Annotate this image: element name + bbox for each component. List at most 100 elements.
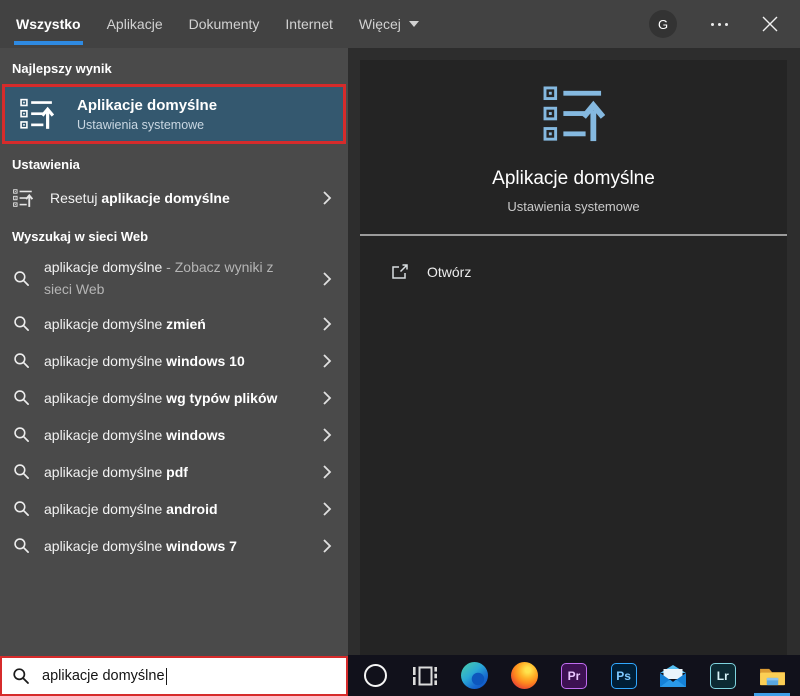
chevron-right-icon[interactable] xyxy=(322,316,332,332)
suggestion-text: aplikacje domyślne pdf xyxy=(44,464,188,480)
chevron-right-icon[interactable] xyxy=(322,464,332,480)
taskbar-icon-cortana[interactable] xyxy=(354,655,398,696)
suggestion-base: aplikacje domyślne xyxy=(44,258,163,275)
taskbar-icon-premiere[interactable]: Pr xyxy=(552,655,596,696)
best-match-title: Aplikacje domyślne xyxy=(77,96,218,114)
search-icon xyxy=(12,667,30,685)
close-icon[interactable] xyxy=(762,16,778,32)
best-match-subtitle: Ustawienia systemowe xyxy=(77,117,205,132)
default-apps-icon xyxy=(13,188,34,208)
tab-label: Aplikacje xyxy=(106,16,163,32)
account-avatar[interactable]: G xyxy=(649,10,677,38)
suggestion-base: aplikacje domyślne xyxy=(44,352,163,369)
default-apps-icon xyxy=(543,86,605,144)
web-suggestion-3[interactable]: aplikacje domyślne windows 10 xyxy=(0,342,348,379)
firefox-icon xyxy=(510,662,538,689)
edge-icon xyxy=(461,662,489,689)
taskbar-search-box[interactable]: aplikacje domyślne xyxy=(0,656,348,696)
preview-title: Aplikacje domyślne xyxy=(492,168,655,189)
suggestion-bold-suffix: wg typów plików xyxy=(162,389,278,406)
suggestion-text: aplikacje domyślne android xyxy=(44,501,218,517)
photoshop-icon: Ps xyxy=(610,662,637,689)
tab-aplikacje[interactable]: Aplikacje xyxy=(105,0,165,48)
taskbar-icon-edge[interactable] xyxy=(453,655,497,696)
divider xyxy=(360,234,787,236)
web-suggestion-6[interactable]: aplikacje domyślne pdf xyxy=(0,453,348,490)
suggestion-bold-suffix: android xyxy=(162,500,218,517)
taskbar-icon-file-explorer[interactable] xyxy=(750,655,794,696)
taskbar: Pr Ps Lr xyxy=(348,655,800,696)
best-match-text: Aplikacje domyślne Ustawienia systemowe xyxy=(77,97,217,132)
suggestion-text: aplikacje domyślne - Zobacz wyniki z sie… xyxy=(44,257,284,300)
tab-dokumenty[interactable]: Dokumenty xyxy=(187,0,262,48)
suggestion-base: aplikacje domyślne xyxy=(44,426,163,443)
open-action[interactable]: Otwórz xyxy=(390,262,471,282)
tab-bar-tabs: Wszystko Aplikacje Dokumenty Internet Więcej xyxy=(14,0,443,48)
taskbar-icon-mail[interactable] xyxy=(651,655,695,696)
search-icon xyxy=(13,426,30,443)
web-suggestions: aplikacje domyślne - Zobacz wyniki z sie… xyxy=(0,252,348,564)
chevron-right-icon[interactable] xyxy=(322,271,332,287)
chevron-right-icon[interactable] xyxy=(322,390,332,406)
settings-result-text: Resetuj aplikacje domyślne xyxy=(50,190,230,206)
web-suggestion-4[interactable]: aplikacje domyślne wg typów plików xyxy=(0,379,348,416)
chevron-right-icon[interactable] xyxy=(322,353,332,369)
tab-label: Wszystko xyxy=(16,16,81,32)
web-suggestion-1[interactable]: aplikacje domyślne - Zobacz wyniki z sie… xyxy=(0,252,348,305)
open-icon xyxy=(390,262,410,282)
chevron-right-icon[interactable] xyxy=(322,427,332,443)
preview-subtitle: Ustawienia systemowe xyxy=(507,199,640,214)
suggestion-base: aplikacje domyślne xyxy=(44,500,163,517)
chevron-down-icon xyxy=(408,21,419,27)
web-suggestion-5[interactable]: aplikacje domyślne windows xyxy=(0,416,348,453)
taskbar-icon-task-view[interactable] xyxy=(403,655,447,696)
search-icon xyxy=(13,500,30,517)
cortana-icon xyxy=(364,664,388,687)
search-icon xyxy=(13,352,30,369)
tab-bar: Wszystko Aplikacje Dokumenty Internet Więcej… xyxy=(0,0,800,48)
text-caret xyxy=(165,667,168,685)
mail-icon xyxy=(660,664,687,687)
tab-label: Dokumenty xyxy=(188,16,260,32)
web-suggestion-8[interactable]: aplikacje domyślne windows 7 xyxy=(0,527,348,564)
tab-internet[interactable]: Internet xyxy=(283,0,334,48)
more-options-icon[interactable] xyxy=(711,22,728,26)
preview-card: Aplikacje domyślne Ustawienia systemowe … xyxy=(360,60,787,655)
topbar-actions: G xyxy=(649,10,778,38)
search-icon xyxy=(13,389,30,406)
premiere-icon: Pr xyxy=(560,662,587,689)
suggestion-base: aplikacje domyślne xyxy=(44,537,163,554)
windows-search-flyout: Wszystko Aplikacje Dokumenty Internet Więcej… xyxy=(0,0,800,696)
web-suggestion-2[interactable]: aplikacje domyślne zmień xyxy=(0,305,348,342)
tab-wiecej[interactable]: Więcej xyxy=(357,0,421,48)
settings-result-bold: aplikacje domyślne xyxy=(101,190,230,206)
suggestion-text: aplikacje domyślne wg typów plików xyxy=(44,390,277,406)
taskbar-icon-firefox[interactable] xyxy=(502,655,546,696)
best-match-result[interactable]: Aplikacje domyślne Ustawienia systemowe xyxy=(2,84,346,144)
results-panel: Najlepszy wynik Aplikacje domyślne Ustaw… xyxy=(0,48,348,656)
web-suggestion-7[interactable]: aplikacje domyślne android xyxy=(0,490,348,527)
preview-panel: Aplikacje domyślne Ustawienia systemowe … xyxy=(348,48,800,655)
suggestion-text: aplikacje domyślne windows xyxy=(44,427,225,443)
web-search-header: Wyszukaj w sieci Web xyxy=(12,229,149,244)
chevron-right-icon[interactable] xyxy=(322,190,332,206)
taskbar-icon-photoshop[interactable]: Ps xyxy=(602,655,646,696)
chevron-right-icon[interactable] xyxy=(322,501,332,517)
suggestion-base: aplikacje domyślne xyxy=(44,463,163,480)
suggestion-base: aplikacje domyślne xyxy=(44,315,163,332)
settings-header: Ustawienia xyxy=(12,157,80,172)
suggestion-bold-suffix: windows 7 xyxy=(162,537,237,554)
tab-wszystko[interactable]: Wszystko xyxy=(14,0,83,48)
chevron-right-icon[interactable] xyxy=(322,538,332,554)
settings-result-reset-default-apps[interactable]: Resetuj aplikacje domyślne xyxy=(0,180,348,216)
search-icon xyxy=(13,270,30,287)
suggestion-bold-suffix: windows 10 xyxy=(162,352,245,369)
lightroom-icon: Lr xyxy=(709,662,736,689)
search-input-value: aplikacje domyślne xyxy=(42,668,165,684)
search-icon xyxy=(13,463,30,480)
taskbar-icon-lightroom[interactable]: Lr xyxy=(701,655,745,696)
open-label: Otwórz xyxy=(427,264,472,280)
file-explorer-icon xyxy=(759,668,785,685)
suggestion-text: aplikacje domyślne windows 10 xyxy=(44,353,245,369)
search-icon xyxy=(13,537,30,554)
